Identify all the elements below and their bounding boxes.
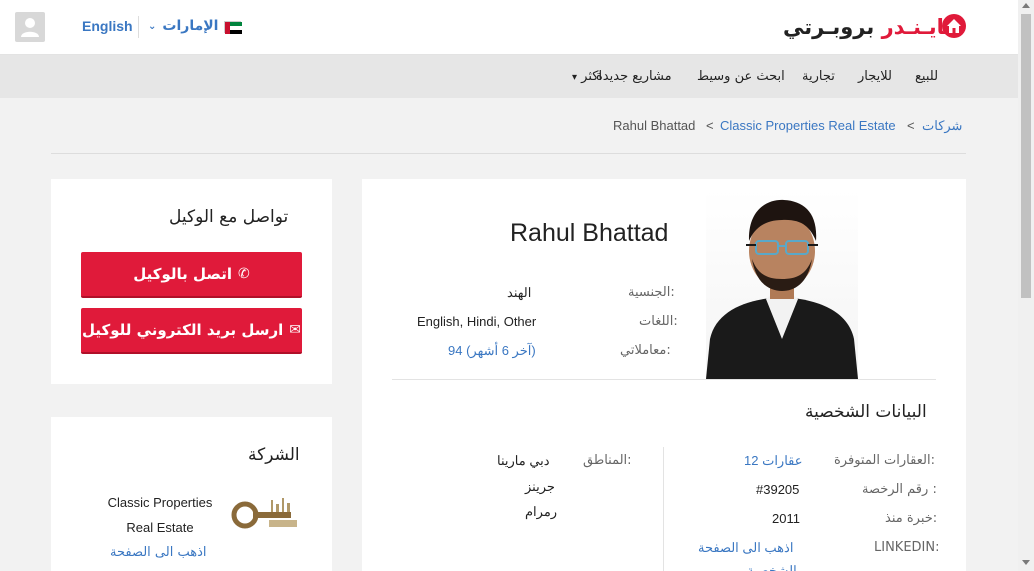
header-divider [138, 16, 139, 38]
agent-name: Rahul Bhattad [510, 219, 669, 247]
breadcrumb-separator: < [706, 118, 714, 133]
nav-item-new-projects[interactable]: مشاريع جديدة [596, 69, 672, 84]
nav-more-label: اكثر [581, 69, 603, 84]
linkedin-label: LINKEDIN: [874, 540, 940, 555]
company-card: الشركة Classic Properties Real Estate اذ… [51, 417, 332, 571]
breadcrumb-current: Rahul Bhattad [613, 118, 696, 133]
nav-item-more[interactable]: ▾ اكثر [572, 69, 602, 84]
user-avatar-icon[interactable] [15, 12, 45, 42]
agent-profile-card: Rahul Bhattad الجنسية: الهند اللغات: Eng… [362, 179, 966, 571]
site-logo[interactable]: فايـنـدر بروبـرتي [783, 12, 958, 42]
languages-value: English, Hindi, Other [417, 314, 537, 329]
linkedin-link-cont[interactable]: الشخصية [747, 563, 797, 571]
country-selector[interactable]: ⌄ الإمارات [148, 18, 218, 34]
areas-label: المناطق: [583, 453, 632, 468]
uae-flag-icon [224, 21, 242, 34]
call-agent-button[interactable]: اتصل بالوكيل ✆ [81, 252, 302, 298]
experience-value: 2011 [772, 511, 800, 526]
nav-item-rent[interactable]: للايجار [858, 69, 892, 84]
breadcrumb-separator: < [907, 118, 915, 133]
envelope-icon: ✉ [289, 322, 302, 338]
properties-value[interactable]: 12 عقارات [744, 453, 803, 469]
nationality-value: الهند [507, 285, 532, 300]
country-label: الإمارات [162, 18, 219, 34]
breadcrumb: شركات < Classic Properties Real Estate <… [51, 100, 966, 154]
language-link[interactable]: English [82, 18, 133, 34]
phone-icon: ✆ [237, 266, 250, 282]
company-logo[interactable] [231, 495, 299, 531]
nav-item-buy[interactable]: للبيع [915, 69, 938, 84]
company-page-link[interactable]: اذهب الى الصفحة [110, 545, 206, 560]
scroll-thumb[interactable] [1021, 14, 1031, 298]
nav-item-find-agent[interactable]: ابحث عن وسيط [697, 69, 785, 84]
email-button-label: ارسل بريد الكتروني للوكيل [81, 321, 284, 339]
nav-item-commercial[interactable]: تجارية [802, 69, 835, 84]
chevron-down-icon: ⌄ [148, 20, 157, 32]
breadcrumb-company[interactable]: Classic Properties Real Estate [720, 118, 896, 133]
house-logo-icon[interactable] [942, 14, 966, 38]
contact-title: تواصل مع الوكيل [169, 207, 289, 227]
nationality-label: الجنسية: [628, 285, 675, 300]
area-item: رمرام [525, 504, 558, 519]
scroll-down-arrow-icon[interactable] [1022, 560, 1030, 565]
main-nav: للبيع للايجار تجارية ابحث عن وسيط مشاريع… [0, 55, 1018, 98]
call-button-label: اتصل بالوكيل [133, 265, 232, 283]
scroll-up-arrow-icon[interactable] [1022, 3, 1030, 8]
company-name-line1: Classic Properties [107, 495, 213, 510]
chevron-down-icon: ▾ [572, 72, 578, 83]
transactions-value[interactable]: 94 (آخر 6 أشهر) [448, 343, 536, 359]
top-header: English ⌄ الإمارات فايـنـدر بروبـرتي [0, 0, 1018, 55]
properties-label: العقارات المتوفرة: [834, 453, 935, 468]
personal-info-title: البيانات الشخصية [805, 402, 927, 422]
page-scrollbar[interactable] [1018, 0, 1034, 571]
company-title: الشركة [248, 445, 300, 465]
area-item: جرينز [525, 479, 555, 494]
column-divider [663, 447, 664, 571]
linkedin-link[interactable]: اذهب الى الصفحة [698, 540, 793, 556]
email-agent-button[interactable]: ارسل بريد الكتروني للوكيل ✉ [81, 308, 302, 354]
section-divider [392, 379, 936, 380]
logo-text: فايـنـدر بروبـرتي [783, 15, 959, 39]
experience-label: خبرة منذ: [885, 511, 938, 526]
breadcrumb-companies[interactable]: شركات [922, 118, 962, 134]
transactions-label: معاملاتي: [620, 343, 671, 358]
company-name-line2: Real Estate [126, 520, 194, 535]
area-item: دبي مارينا [497, 453, 550, 468]
contact-agent-card: تواصل مع الوكيل اتصل بالوكيل ✆ ارسل بريد… [51, 179, 332, 384]
agent-photo [706, 189, 858, 379]
languages-label: اللغات: [639, 314, 678, 329]
license-value: #39205 [756, 482, 800, 497]
license-label: رقم الرخصة : [862, 482, 937, 497]
